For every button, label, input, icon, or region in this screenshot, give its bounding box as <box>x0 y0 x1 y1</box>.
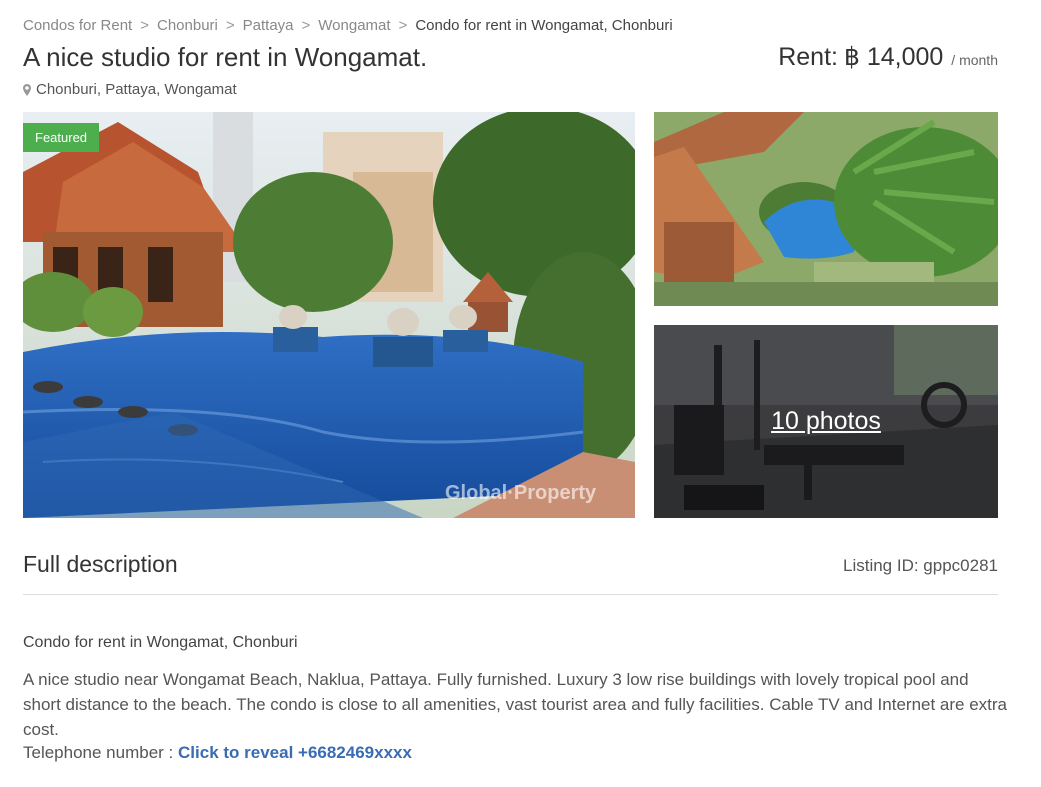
breadcrumb-link-wongamat[interactable]: Wongamat <box>318 17 390 34</box>
breadcrumb-separator: > <box>140 17 149 34</box>
map-marker-icon <box>23 83 31 96</box>
breadcrumb-separator: > <box>225 17 235 34</box>
gallery-photo-2[interactable] <box>654 112 998 306</box>
location-text: Chonburi, Pattaya, Wongamat <box>36 81 237 98</box>
breadcrumb-current: Condo for rent in Wongamat, Chonburi <box>415 17 673 34</box>
telephone-row: Telephone number : Click to reveal +6682… <box>23 743 412 763</box>
divider <box>23 594 998 595</box>
description-subtitle: Condo for rent in Wongamat, Chonburi <box>23 634 298 651</box>
rent-price: Rent: ฿ 14,000 / month <box>778 42 998 72</box>
featured-badge: Featured <box>23 123 100 152</box>
page-title: A nice studio for rent in Wongamat. <box>23 42 428 72</box>
breadcrumb: Condos for Rent > Chonburi > Pattaya > Wongama… <box>23 17 673 34</box>
breadcrumb-link-chonburi[interactable]: Chonburi <box>157 17 218 34</box>
breadcrumb-link-pattaya[interactable]: Pattaya <box>243 17 294 34</box>
photo-watermark: Global·Property <box>445 482 597 504</box>
view-all-photos-link[interactable]: 10 photos <box>654 325 998 518</box>
rent-period: / month <box>951 52 998 68</box>
main-photo[interactable] <box>23 112 635 518</box>
description-heading: Full description <box>23 551 178 577</box>
listing-location: Chonburi, Pattaya, Wongamat <box>23 81 237 98</box>
listing-id: Listing ID: gppc0281 <box>843 556 998 575</box>
reveal-phone-link[interactable]: Click to reveal +6682469xxxx <box>178 743 412 762</box>
telephone-label: Telephone number : <box>23 743 174 762</box>
breadcrumb-link-condos-for-rent[interactable]: Condos for Rent <box>23 17 132 34</box>
breadcrumb-separator: > <box>301 17 311 34</box>
rent-value: ฿ 14,000 <box>843 43 944 71</box>
description-body: A nice studio near Wongamat Beach, Naklu… <box>23 670 1008 739</box>
rent-label: Rent: <box>778 43 838 71</box>
breadcrumb-separator: > <box>398 17 408 34</box>
